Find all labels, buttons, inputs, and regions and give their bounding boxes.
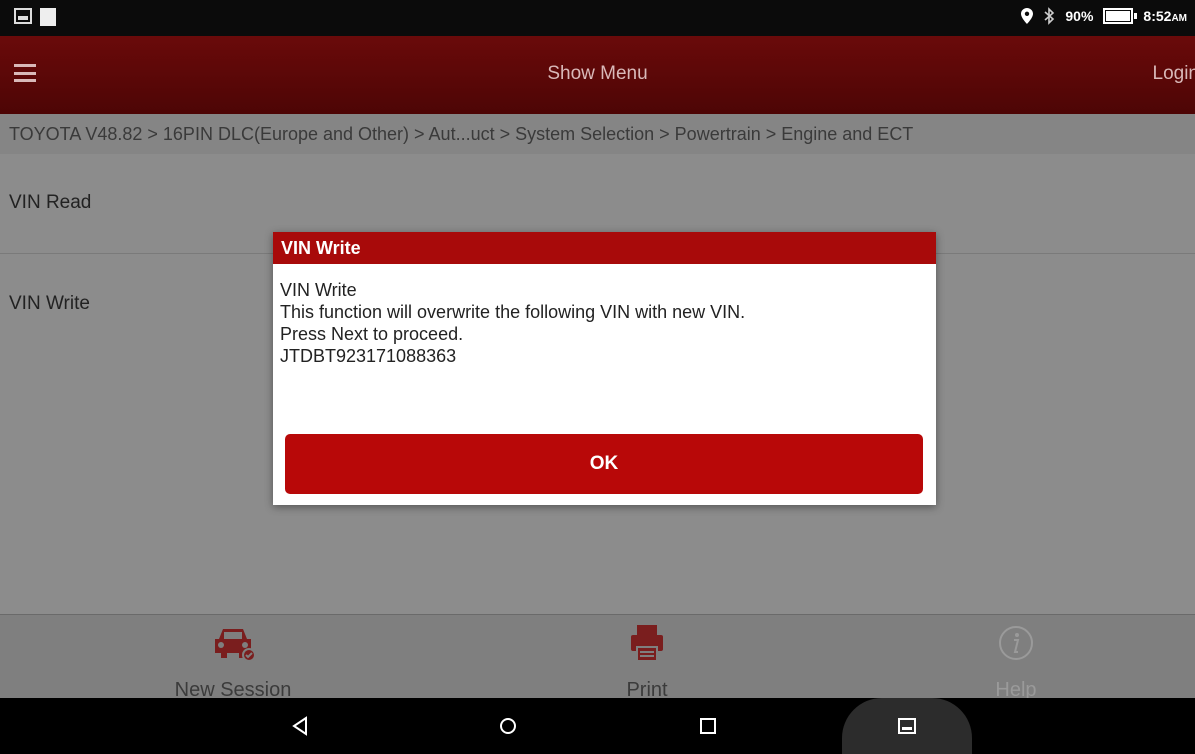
ok-button[interactable]: OK <box>285 434 923 494</box>
battery-icon <box>1103 8 1138 24</box>
dialog-line: VIN Write <box>280 280 357 300</box>
print-button[interactable]: Print <box>557 621 737 702</box>
home-icon[interactable] <box>490 698 526 754</box>
dialog-line: This function will overwrite the followi… <box>280 302 746 322</box>
screenshot-icon[interactable] <box>842 698 972 754</box>
system-nav-bar <box>0 698 1195 754</box>
status-bar-right: 90% 8:52AM <box>1021 7 1187 25</box>
dialog-line: Press Next to proceed. <box>280 324 464 344</box>
help-button[interactable]: Help <box>926 621 1106 702</box>
bluetooth-icon <box>1044 7 1055 25</box>
breadcrumb: TOYOTA V48.82 > 16PIN DLC(Europe and Oth… <box>0 114 1195 154</box>
clock: 8:52AM <box>1143 8 1187 24</box>
status-bar: 90% 8:52AM <box>0 0 1195 36</box>
vin-value: JTDBT923171088363 <box>280 346 457 366</box>
app-bar: Show Menu Login <box>0 36 1195 114</box>
location-icon <box>1021 8 1034 24</box>
bottom-toolbar: New Session Print Help <box>0 614 1195 701</box>
dialog-message: VIN Write This function will overwrite t… <box>273 264 936 367</box>
info-icon <box>999 626 1033 660</box>
notification-square-icon <box>40 8 56 26</box>
printer-icon <box>631 625 663 662</box>
status-bar-left <box>14 8 56 26</box>
battery-percent: 90% <box>1065 8 1094 24</box>
car-icon <box>215 629 256 662</box>
vin-write-dialog: VIN Write VIN Write This function will o… <box>273 232 936 505</box>
dialog-title: VIN Write <box>273 232 936 264</box>
new-session-button[interactable]: New Session <box>143 621 323 702</box>
recents-icon[interactable] <box>690 698 726 754</box>
show-menu-button[interactable]: Show Menu <box>0 63 1195 85</box>
back-icon[interactable] <box>282 698 318 754</box>
login-button[interactable]: Login <box>1153 63 1195 85</box>
gallery-icon <box>14 8 32 24</box>
